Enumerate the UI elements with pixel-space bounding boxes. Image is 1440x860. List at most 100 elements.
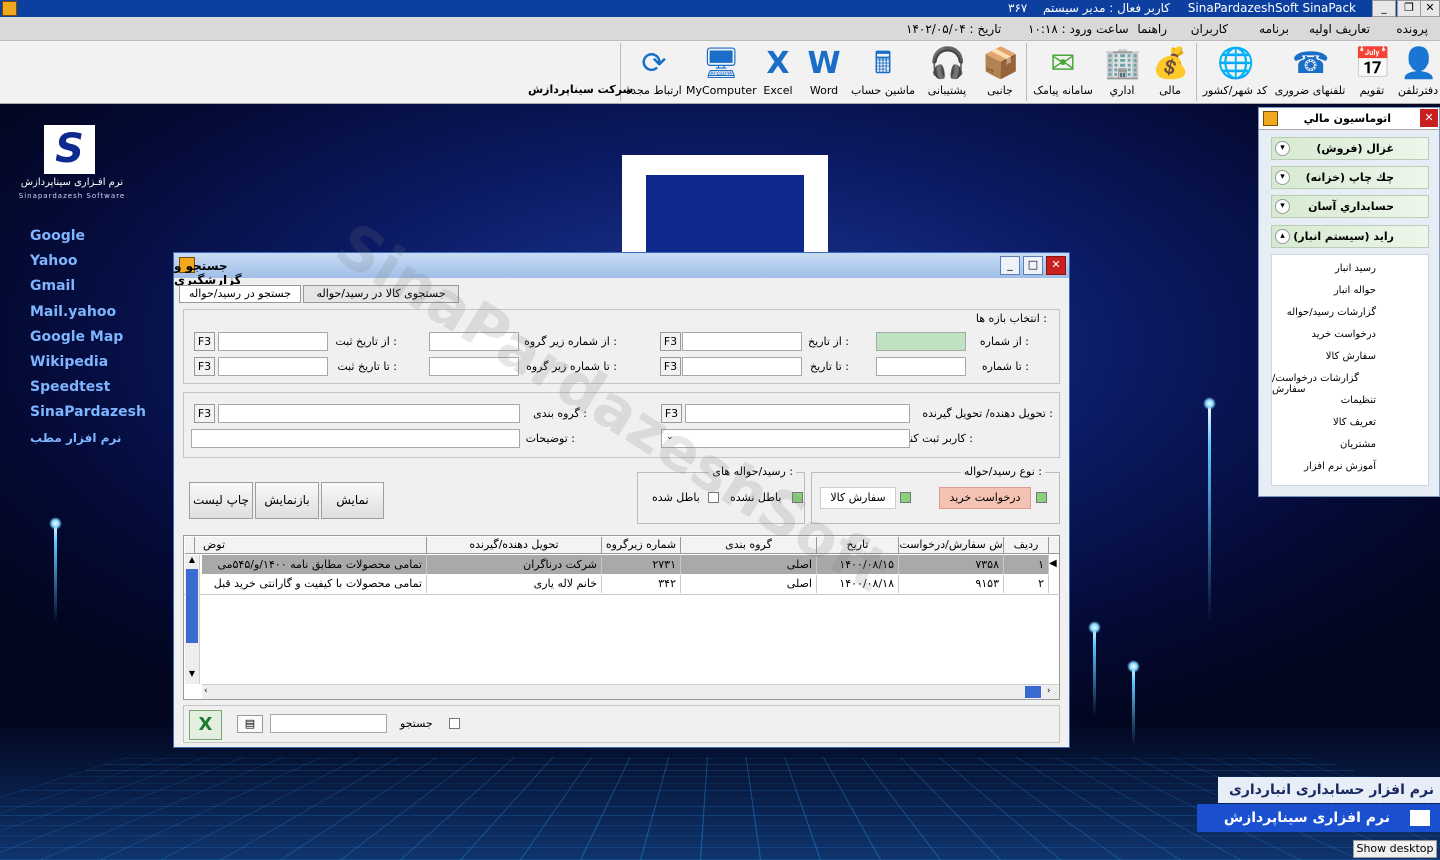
submenu-customers[interactable]: مشتریان xyxy=(1340,439,1376,450)
menu-definitions[interactable]: تعاریف اولیه xyxy=(1309,22,1370,36)
category-input[interactable] xyxy=(218,404,520,423)
to-reg-date-input[interactable] xyxy=(218,357,328,376)
tool-accessories[interactable]: 📦 جانبی xyxy=(978,44,1022,102)
from-reg-date-input[interactable] xyxy=(218,332,328,351)
from-date-f3-button[interactable]: F3 xyxy=(660,332,681,351)
scroll-left-icon[interactable]: ‹ xyxy=(204,686,208,696)
table-cell[interactable]: ۱۴۰۰/۰۸/۱۵ xyxy=(817,556,899,574)
table-cell[interactable]: ۲ xyxy=(1004,575,1049,593)
section-cheque[interactable]: چك چاپ (خزانه) ▾ xyxy=(1271,166,1429,189)
col-order-number[interactable]: ش سفارش/درخواست xyxy=(899,537,1004,554)
tab-receipt-search[interactable]: جستجو در رسید/حواله xyxy=(179,285,301,303)
col-row[interactable]: ردیف xyxy=(1004,537,1049,554)
table-cell[interactable]: ۱ xyxy=(1004,556,1049,574)
col-deliverer[interactable]: تحویل دهنده/گیرنده xyxy=(427,537,602,554)
tool-city-code[interactable]: 🌐 کد شهر/کشور xyxy=(1200,44,1270,102)
to-date-f3-button[interactable]: F3 xyxy=(660,357,681,376)
from-reg-date-f3-button[interactable]: F3 xyxy=(194,332,215,351)
type-purchase-request-checkbox[interactable] xyxy=(1036,492,1047,503)
from-subgroup-input[interactable] xyxy=(429,332,519,351)
minimize-button[interactable]: _ xyxy=(1372,0,1396,17)
show-button[interactable]: نمایش xyxy=(321,482,384,519)
to-subgroup-input[interactable] xyxy=(429,357,519,376)
submenu-remittance[interactable]: حواله انبار xyxy=(1334,285,1376,296)
col-date[interactable]: تاریخ xyxy=(817,537,899,554)
section-accounting[interactable]: حسابداري آسان ▾ xyxy=(1271,195,1429,218)
submenu-purchase-request[interactable]: درخواست خرید xyxy=(1311,329,1376,340)
submenu-item-definition[interactable]: تعریف کالا xyxy=(1333,417,1376,428)
registrar-select[interactable]: ⌄ xyxy=(661,429,910,448)
menu-program[interactable]: برنامه xyxy=(1259,22,1289,36)
submenu-request-reports[interactable]: گزارشات درخواست/سفارش xyxy=(1272,373,1376,395)
link-google[interactable]: Google xyxy=(30,226,146,251)
menu-file[interactable]: پرونده xyxy=(1396,22,1428,36)
table-cell[interactable]: ۲۷۳۱ xyxy=(602,556,681,574)
to-date-input[interactable] xyxy=(682,357,802,376)
tool-reconnect[interactable]: ⟳ ارتباط مجدد xyxy=(626,44,682,102)
link-clinic-software[interactable]: نرم افزار مطب xyxy=(30,428,146,453)
link-speedtest[interactable]: Speedtest xyxy=(30,377,146,402)
tool-calculator[interactable]: 🖩 ماشین حساب xyxy=(848,44,918,102)
submenu-receipt-reports[interactable]: گزارشات رسید/حواله xyxy=(1287,307,1376,318)
tool-support[interactable]: 🎧 پشتیبانی xyxy=(920,44,974,102)
tool-calendar[interactable]: 📅 تقویم xyxy=(1352,44,1392,102)
horizontal-scrollbar[interactable]: ‹ › xyxy=(202,684,1059,699)
not-cancelled-checkbox[interactable] xyxy=(792,492,803,503)
menu-help[interactable]: راهنما xyxy=(1137,22,1167,36)
scroll-down-icon[interactable]: ▼ xyxy=(186,669,198,681)
category-f3-button[interactable]: F3 xyxy=(194,404,215,423)
h-scroll-thumb[interactable] xyxy=(1025,686,1041,698)
section-sales[interactable]: غزال (فروش) ▾ xyxy=(1271,137,1429,160)
menu-users[interactable]: کاربران xyxy=(1191,22,1228,36)
to-number-input[interactable] xyxy=(876,357,966,376)
table-cell[interactable]: اصلی xyxy=(681,556,817,574)
table-cell[interactable]: ۹۱۵۳ xyxy=(899,575,1004,593)
submenu-order[interactable]: سفارش کالا xyxy=(1326,351,1376,362)
panel-close-button[interactable]: ✕ xyxy=(1420,109,1438,127)
tab-item-search[interactable]: جستجوی کالا در رسید/حواله xyxy=(303,285,459,303)
dialog-minimize-button[interactable]: _ xyxy=(1000,256,1020,275)
restore-button[interactable]: ❐ xyxy=(1397,0,1421,17)
table-cell[interactable]: اصلی xyxy=(681,575,817,593)
tool-office[interactable]: 🏢 اداري xyxy=(1100,44,1144,102)
table-cell[interactable]: ۱۴۰۰/۰۸/۱۸ xyxy=(817,575,899,593)
deliverer-input[interactable] xyxy=(685,404,910,423)
table-cell[interactable]: تمامی محصولات با کیفیت و گارانتی خرید قب… xyxy=(195,575,427,593)
description-input[interactable] xyxy=(191,429,520,448)
from-number-input[interactable] xyxy=(876,332,966,351)
submenu-settings[interactable]: تنظیمات xyxy=(1341,395,1376,406)
tool-finance[interactable]: 💰 مالی xyxy=(1148,44,1192,102)
tool-sms[interactable]: ✉ سامانه پیامک xyxy=(1030,44,1096,102)
col-category[interactable]: گروه بندی xyxy=(681,537,817,554)
dialog-maximize-button[interactable]: □ xyxy=(1023,256,1043,275)
to-reg-date-f3-button[interactable]: F3 xyxy=(194,357,215,376)
dialog-close-button[interactable]: ✕ xyxy=(1046,256,1066,275)
scroll-up-icon[interactable]: ▲ xyxy=(186,555,198,567)
link-sinapardazesh[interactable]: SinaPardazesh xyxy=(30,402,146,427)
tool-emergency-phones[interactable]: ☎ تلفنهای ضروری xyxy=(1272,44,1348,102)
close-button[interactable]: ✕ xyxy=(1420,0,1440,17)
tool-excel[interactable]: X Excel xyxy=(758,44,798,102)
search-input[interactable] xyxy=(270,714,387,733)
submenu-training[interactable]: آموزش نرم افزار xyxy=(1304,461,1376,472)
link-wikipedia[interactable]: Wikipedia xyxy=(30,352,146,377)
tool-phonebook[interactable]: 👤 دفترتلفن xyxy=(1396,44,1440,102)
submenu-receipt[interactable]: رسید انبار xyxy=(1335,263,1376,274)
vertical-scrollbar[interactable]: ▲ ▼ xyxy=(185,555,200,684)
col-description[interactable]: توض xyxy=(195,537,427,554)
link-google-map[interactable]: Google Map xyxy=(30,327,146,352)
folder-icon[interactable]: ▤ xyxy=(237,715,263,733)
tool-word[interactable]: W Word xyxy=(804,44,844,102)
show-desktop-button[interactable]: Show desktop xyxy=(1353,840,1437,858)
link-mail-yahoo[interactable]: Mail.yahoo xyxy=(30,302,146,327)
excel-export-icon[interactable]: X xyxy=(189,710,222,740)
col-subgroup[interactable]: شماره زیرگروه xyxy=(602,537,681,554)
link-gmail[interactable]: Gmail xyxy=(30,276,146,301)
print-list-button[interactable]: چاپ لیست xyxy=(189,482,253,519)
section-warehouse[interactable]: رايد (سيستم انبار) ▴ xyxy=(1271,225,1429,248)
table-cell[interactable]: ۷۳۵۸ xyxy=(899,556,1004,574)
type-order-checkbox[interactable] xyxy=(900,492,911,503)
cancelled-checkbox[interactable] xyxy=(708,492,719,503)
reshow-button[interactable]: بازنمایش xyxy=(255,482,319,519)
table-cell[interactable]: تمامی محصولات مطابق نامه ۱۴۰۰/و/۵۴۵می xyxy=(195,556,427,574)
